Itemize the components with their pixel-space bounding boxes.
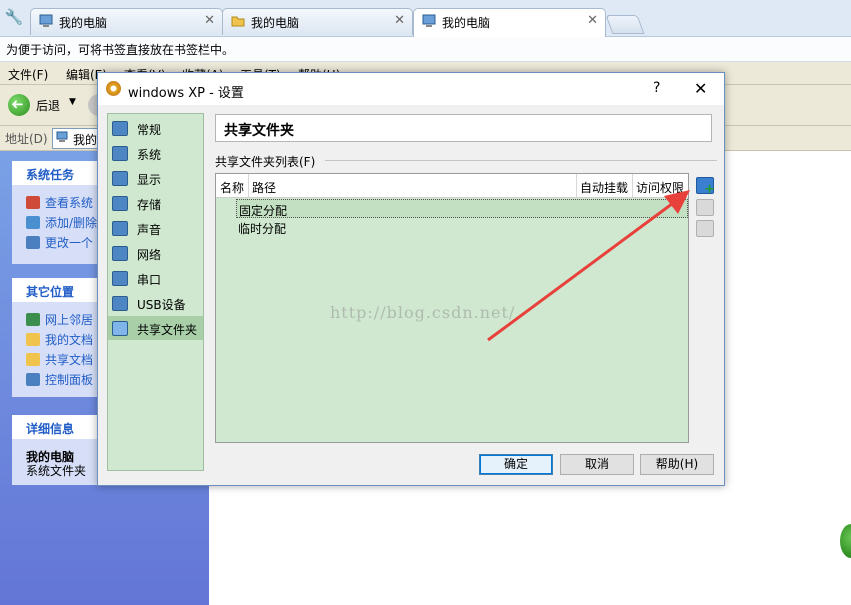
ok-button[interactable]: 确定 <box>479 454 553 475</box>
remove-shared-folder-icon[interactable] <box>696 220 714 237</box>
back-arrow-icon[interactable] <box>8 94 30 116</box>
computer-icon <box>422 14 436 28</box>
audio-icon <box>112 221 128 236</box>
browser-tab-3-active[interactable]: 我的电脑 ✕ <box>413 8 606 37</box>
column-separator <box>248 174 249 197</box>
cancel-button[interactable]: 取消 <box>560 454 634 475</box>
place-link-network[interactable]: 网上邻居 <box>26 311 93 328</box>
add-remove-icon <box>26 216 40 229</box>
browser-tab-1[interactable]: 我的电脑 ✕ <box>30 8 223 35</box>
section-divider <box>325 160 717 161</box>
page-title-box: 共享文件夹 <box>215 114 712 142</box>
serial-port-icon <box>112 271 128 286</box>
detail-subtitle: 系统文件夹 <box>26 464 87 478</box>
computer-icon <box>39 14 53 28</box>
usb-icon <box>112 296 128 311</box>
task-link-change-setting[interactable]: 更改一个 <box>26 234 93 251</box>
back-dropdown-icon[interactable]: ▼ <box>69 97 76 107</box>
column-access[interactable]: 访问权限 <box>636 179 684 196</box>
column-separator <box>632 174 633 197</box>
settings-nav-list: 常规 系统 显示 存储 声音 网络 串口 USB设备 共享文件夹 <box>107 113 204 471</box>
storage-icon <box>112 196 128 211</box>
place-link-control-panel[interactable]: 控制面板 <box>26 371 93 388</box>
panel-title: 其它位置 <box>26 285 75 299</box>
table-row[interactable]: 临时分配 <box>236 218 688 237</box>
display-icon <box>112 171 128 186</box>
bookmark-hint-text: 为便于访问，可将书签直接放在书签栏中。 <box>6 43 235 57</box>
edit-shared-folder-icon[interactable] <box>696 199 714 216</box>
folder-icon <box>231 14 245 28</box>
address-value: 我的 <box>73 133 98 147</box>
browser-tab-2[interactable]: 我的电脑 ✕ <box>222 8 413 35</box>
green-orb-icon <box>840 524 851 558</box>
back-label[interactable]: 后退 <box>36 97 60 114</box>
dialog-title: windows XP - 设置 <box>128 86 244 101</box>
panel-title: 系统任务 <box>26 168 75 182</box>
column-name[interactable]: 名称 <box>220 179 244 196</box>
nav-item-audio[interactable]: 声音 <box>108 216 203 240</box>
tab-label: 我的电脑 <box>442 16 491 30</box>
column-auto-mount[interactable]: 自动挂载 <box>580 179 628 196</box>
close-icon[interactable]: ✕ <box>694 79 707 98</box>
nav-item-serial-port[interactable]: 串口 <box>108 266 203 290</box>
virtualbox-gear-icon <box>106 81 121 96</box>
watermark-text: http://blog.csdn.net/ <box>330 303 516 322</box>
task-link-view-system[interactable]: 查看系统 <box>26 194 93 211</box>
tab-label: 我的电脑 <box>59 16 108 30</box>
general-icon <box>112 121 128 136</box>
task-link-add-remove[interactable]: 添加/删除 <box>26 214 97 231</box>
table-row[interactable]: 固定分配 <box>236 199 688 218</box>
control-panel-icon <box>26 373 40 386</box>
menu-file[interactable]: 文件(F) <box>8 66 48 83</box>
page-title: 共享文件夹 <box>224 123 294 139</box>
nav-item-shared-folders[interactable]: 共享文件夹 <box>108 316 203 340</box>
wrench-icon[interactable]: 🔧 <box>3 6 25 28</box>
control-panel-icon <box>26 236 40 249</box>
place-link-shared-documents[interactable]: 共享文档 <box>26 351 93 368</box>
shared-folder-icon <box>26 353 40 366</box>
help-button[interactable]: 帮助(H) <box>640 454 714 475</box>
nav-item-network[interactable]: 网络 <box>108 241 203 265</box>
place-link-my-documents[interactable]: 我的文档 <box>26 331 93 348</box>
tab-label: 我的电脑 <box>251 16 300 30</box>
table-header: 名称 路径 自动挂载 访问权限 <box>216 174 688 198</box>
computer-icon <box>56 131 68 143</box>
nav-item-display[interactable]: 显示 <box>108 166 203 190</box>
tab-close-icon[interactable]: ✕ <box>587 13 598 28</box>
panel-title: 详细信息 <box>26 422 75 436</box>
tab-close-icon[interactable]: ✕ <box>394 13 405 28</box>
dialog-titlebar[interactable]: windows XP - 设置 ? ✕ <box>98 73 724 105</box>
network-places-icon <box>26 313 40 326</box>
system-icon <box>112 146 128 161</box>
nav-item-system[interactable]: 系统 <box>108 141 203 165</box>
nav-item-storage[interactable]: 存储 <box>108 191 203 215</box>
tab-close-icon[interactable]: ✕ <box>204 13 215 28</box>
shared-folder-icon <box>112 321 128 336</box>
add-shared-folder-icon[interactable] <box>696 177 715 197</box>
browser-tab-strip: 🔧 我的电脑 ✕ 我的电脑 ✕ 我的电脑 ✕ <box>0 0 851 37</box>
bookmark-hint-bar: 为便于访问，可将书签直接放在书签栏中。 <box>0 37 851 62</box>
system-info-icon <box>26 196 40 209</box>
help-icon[interactable]: ? <box>653 80 660 96</box>
new-tab-button[interactable] <box>605 15 645 34</box>
shared-folders-list-label: 共享文件夹列表(F) <box>215 155 316 169</box>
column-separator <box>576 174 577 197</box>
settings-dialog: windows XP - 设置 ? ✕ 常规 系统 显示 存储 声音 网络 串口… <box>97 72 725 486</box>
address-label: 地址(D) <box>5 132 48 146</box>
network-icon <box>112 246 128 261</box>
nav-item-general[interactable]: 常规 <box>108 116 203 140</box>
nav-item-usb[interactable]: USB设备 <box>108 291 203 315</box>
documents-folder-icon <box>26 333 40 346</box>
column-path[interactable]: 路径 <box>252 179 276 196</box>
